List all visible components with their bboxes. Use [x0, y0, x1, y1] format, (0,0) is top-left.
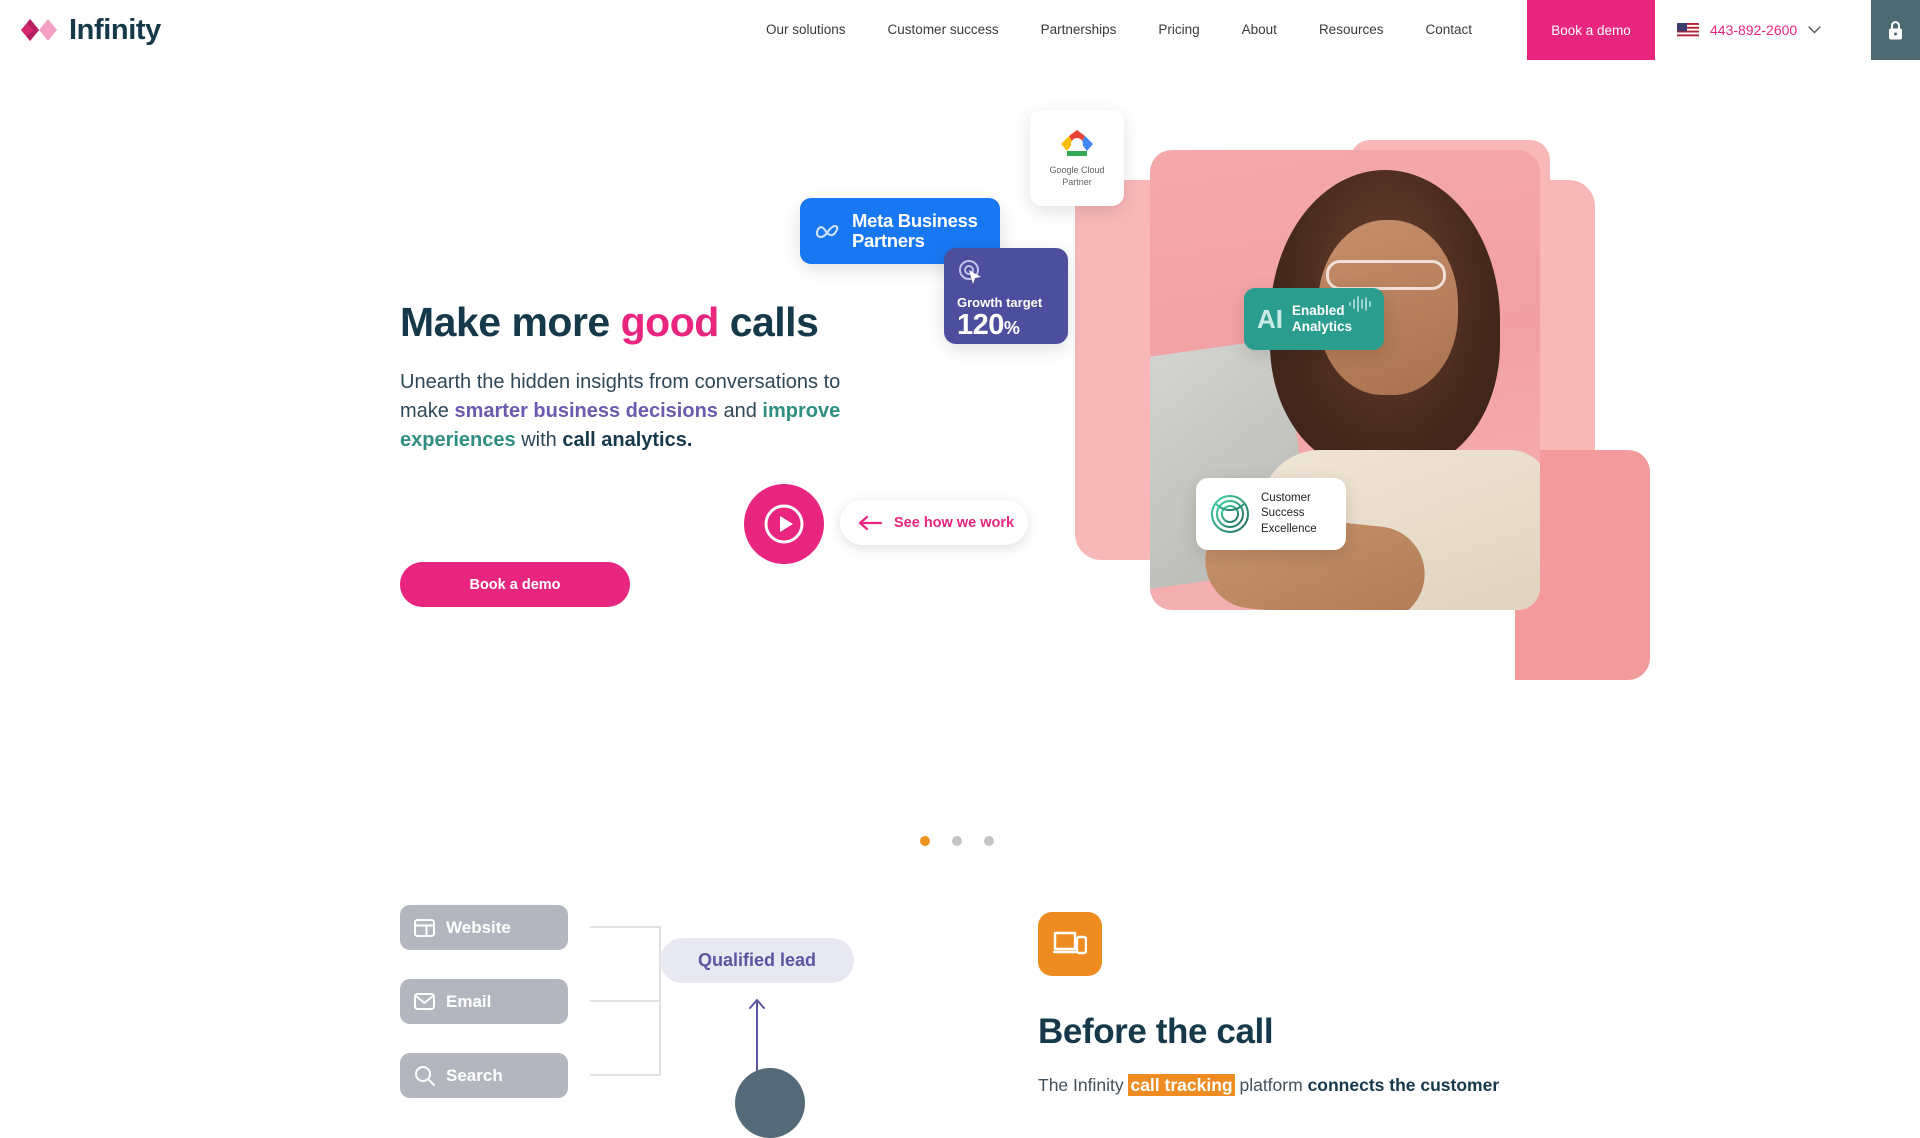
site-header: Infinity Our solutions Customer success …: [0, 0, 1920, 60]
brand-name: Infinity: [69, 13, 161, 46]
section-body-2: platform: [1234, 1074, 1308, 1095]
source-pill-list: Website Email Search: [400, 905, 568, 1127]
section-body-1: The Infinity: [1038, 1074, 1129, 1095]
meta-line2: Partners: [852, 230, 925, 251]
see-how-we-work-label: See how we work: [894, 514, 1015, 531]
hero-book-a-demo-button[interactable]: Book a demo: [400, 562, 630, 607]
page-title: Make more good calls: [400, 299, 870, 346]
google-cloud-icon: [1061, 130, 1093, 157]
photo-glasses: [1326, 260, 1446, 290]
badge-google-cloud-partner: Google Cloud Partner: [1030, 110, 1124, 206]
book-a-demo-button[interactable]: Book a demo: [1527, 0, 1655, 60]
main-nav: Our solutions Customer success Partnersh…: [745, 0, 1493, 60]
hero-title-part2: calls: [718, 299, 819, 345]
phone-number: 443-892-2600: [1710, 22, 1798, 38]
source-pill-search[interactable]: Search: [400, 1053, 568, 1098]
gcp-line2: Partner: [1062, 177, 1092, 187]
browser-window-icon: [414, 918, 435, 937]
envelope-icon: [414, 993, 435, 1010]
source-pill-email-label: Email: [446, 991, 492, 1011]
source-pill-website[interactable]: Website: [400, 905, 568, 950]
cse-emblem-icon: [1211, 495, 1249, 533]
growth-unit: %: [1003, 318, 1020, 338]
hero-title-part1: Make more: [400, 299, 621, 345]
audio-waveform-icon: [1349, 296, 1371, 312]
arrow-left-icon: [858, 515, 882, 530]
section-icon-badge: [1038, 912, 1102, 976]
nav-item-contact[interactable]: Contact: [1404, 0, 1493, 60]
hero-image-collage: Google Cloud Partner Meta Business Partn…: [744, 80, 1920, 740]
chevron-down-icon: [1808, 26, 1821, 34]
hero-sub-2: and: [717, 400, 763, 423]
nav-item-our-solutions[interactable]: Our solutions: [745, 0, 867, 60]
section-title: Before the call: [1038, 1012, 1274, 1051]
click-target-icon: [959, 260, 981, 284]
lock-icon: [1889, 20, 1902, 39]
growth-title: Growth target: [957, 295, 1043, 310]
ai-line2: Analytics: [1292, 319, 1353, 334]
carousel-dot-1[interactable]: [920, 836, 930, 846]
hero-sub-purple: smarter business decisions: [454, 400, 718, 423]
hero-copy: Make more good calls Unearth the hidden …: [400, 299, 870, 456]
hero-subtitle: Unearth the hidden insights from convers…: [400, 368, 870, 456]
badge-google-cloud-label: Google Cloud Partner: [1049, 165, 1104, 188]
section-body-bold: connects the customer: [1307, 1074, 1500, 1095]
source-pill-search-label: Search: [446, 1065, 503, 1085]
nav-item-pricing[interactable]: Pricing: [1137, 0, 1220, 60]
cse-label: Customer Success Excellence: [1261, 491, 1317, 537]
carousel-dot-2[interactable]: [952, 836, 962, 846]
ai-label: AI: [1257, 304, 1283, 334]
hero-title-highlight: good: [620, 299, 720, 345]
hero-sub-navy: call analytics.: [562, 429, 693, 452]
cse-line3: Excellence: [1261, 522, 1317, 535]
us-flag-icon: [1677, 22, 1699, 38]
hero-sub-3: with: [515, 429, 563, 452]
growth-number: 120: [957, 309, 1004, 341]
badge-customer-success-excellence: Customer Success Excellence: [1196, 478, 1346, 550]
badge-growth-target: Growth target 120%: [944, 248, 1068, 344]
meta-infinity-icon: [815, 224, 839, 239]
carousel-dot-3[interactable]: [984, 836, 994, 846]
nav-item-customer-success[interactable]: Customer success: [867, 0, 1020, 60]
nav-item-about[interactable]: About: [1221, 0, 1298, 60]
search-icon: [415, 1066, 435, 1086]
play-video-button[interactable]: [744, 484, 824, 564]
devices-icon: [1053, 931, 1087, 955]
before-the-call-section: Before the call The Infinity call tracki…: [1038, 912, 1598, 1098]
badge-ai-enabled-analytics: AI Enabled Analytics: [1244, 288, 1384, 350]
gcp-line1: Google Cloud: [1049, 165, 1105, 176]
see-how-we-work-button[interactable]: See how we work: [840, 500, 1028, 545]
source-pill-email[interactable]: Email: [400, 979, 568, 1024]
badge-meta-label: Meta Business Partners: [852, 211, 978, 251]
ai-line1: Enabled: [1292, 303, 1345, 319]
qualified-lead-label: Qualified lead: [697, 950, 817, 970]
cse-line2: Success: [1261, 507, 1305, 520]
meta-line1: Meta Business: [852, 210, 978, 232]
growth-value: 120%: [957, 310, 1055, 340]
diagram-node-circle: [735, 1068, 805, 1138]
ai-sub-label: Enabled Analytics: [1292, 303, 1352, 335]
cse-line1: Customer: [1261, 491, 1311, 504]
qualified-lead-pill: Qualified lead: [660, 938, 854, 983]
nav-item-partnerships[interactable]: Partnerships: [1020, 0, 1138, 60]
infinity-mark-icon: [21, 19, 57, 41]
play-icon: [764, 504, 804, 544]
section-body-highlight: call tracking: [1128, 1073, 1235, 1096]
brand-logo[interactable]: Infinity: [0, 0, 161, 60]
secure-login-button[interactable]: [1871, 0, 1920, 60]
source-pill-website-label: Website: [446, 917, 511, 937]
diagram-connector-lines: [590, 926, 661, 1076]
nav-item-resources[interactable]: Resources: [1298, 0, 1405, 60]
section-body: The Infinity call tracking platform conn…: [1038, 1072, 1598, 1098]
phone-selector[interactable]: 443-892-2600: [1655, 0, 1841, 60]
carousel-dots: [920, 836, 994, 846]
